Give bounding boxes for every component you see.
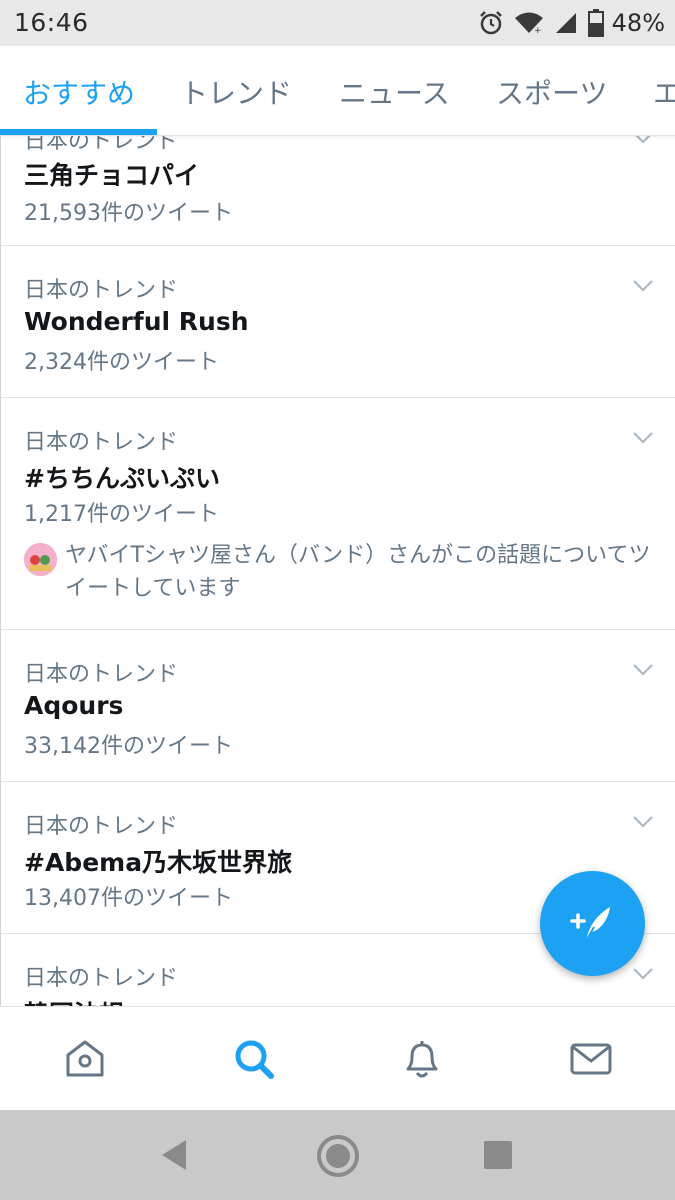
trend-context-description: ヤバイTシャツ屋さん（バンド）さんがこの話題についてツイートしています bbox=[24, 539, 654, 605]
nav-home[interactable] bbox=[63, 1037, 107, 1081]
trend-tweet-count: 21,593件のツイート bbox=[24, 201, 233, 226]
svg-text:+: + bbox=[534, 26, 542, 35]
active-tab-indicator bbox=[0, 129, 157, 135]
trend-name: 三角チョコパイ bbox=[24, 161, 200, 190]
chevron-down-icon[interactable] bbox=[632, 663, 654, 677]
trend-name: Wonderful Rush bbox=[24, 307, 249, 336]
search-icon bbox=[235, 1040, 274, 1079]
trend-item[interactable]: 日本のトレンド 三角チョコパイ 21,593件のツイート bbox=[1, 136, 675, 246]
tab-news[interactable]: ニュース bbox=[339, 72, 450, 112]
tab-recommended[interactable]: おすすめ bbox=[23, 72, 135, 112]
status-icons: + 48% bbox=[478, 7, 665, 39]
explore-tab-bar: おすすめ トレンド ニュース スポーツ エ bbox=[0, 46, 675, 136]
bottom-navigation bbox=[0, 1006, 675, 1110]
trend-context: 日本のトレンド bbox=[24, 430, 179, 455]
tab-entertainment[interactable]: エ bbox=[653, 72, 675, 112]
signal-icon bbox=[554, 11, 578, 35]
trend-name: #ちちんぷいぷい bbox=[24, 464, 220, 493]
battery-icon bbox=[587, 9, 604, 37]
mail-icon bbox=[570, 1043, 612, 1075]
back-icon[interactable] bbox=[158, 1138, 190, 1172]
trend-name: 韓国法規 bbox=[24, 995, 124, 1006]
home-icon bbox=[66, 1040, 104, 1077]
trend-context: 日本のトレンド bbox=[24, 966, 179, 991]
chevron-down-icon[interactable] bbox=[632, 279, 654, 293]
trend-description-text: ヤバイTシャツ屋さん（バンド）さんがこの話題についてツイートしています bbox=[65, 543, 651, 601]
trend-context: 日本のトレンド bbox=[24, 814, 179, 839]
trend-context: 日本のトレンド bbox=[24, 136, 179, 154]
nav-notifications[interactable] bbox=[400, 1037, 444, 1081]
trend-tweet-count: 2,324件のツイート bbox=[24, 350, 219, 375]
tab-trends[interactable]: トレンド bbox=[180, 72, 292, 112]
trend-context: 日本のトレンド bbox=[24, 662, 179, 687]
recents-icon[interactable] bbox=[483, 1140, 513, 1170]
alarm-icon bbox=[478, 10, 504, 36]
home-button-icon[interactable] bbox=[316, 1134, 360, 1178]
trend-name: #Abema乃木坂世界旅 bbox=[24, 848, 293, 877]
chevron-down-icon[interactable] bbox=[632, 967, 654, 981]
status-time: 16:46 bbox=[14, 8, 89, 37]
trend-item[interactable]: 日本のトレンド Aqours 33,142件のツイート bbox=[1, 630, 675, 782]
trend-item[interactable]: 日本のトレンド #ちちんぷいぷい 1,217件のツイート ヤバイTシャツ屋さん（… bbox=[1, 398, 675, 630]
trend-tweet-count: 1,217件のツイート bbox=[24, 502, 219, 527]
nav-messages[interactable] bbox=[569, 1037, 613, 1081]
android-system-nav bbox=[0, 1110, 675, 1200]
compose-tweet-icon bbox=[570, 907, 610, 942]
battery-percent: 48% bbox=[611, 9, 665, 37]
trend-name: Aqours bbox=[24, 691, 124, 720]
bell-icon bbox=[406, 1041, 438, 1078]
chevron-down-icon[interactable] bbox=[632, 815, 654, 829]
tab-sports[interactable]: スポーツ bbox=[496, 72, 607, 112]
chevron-down-icon[interactable] bbox=[632, 136, 654, 145]
trend-tweet-count: 33,142件のツイート bbox=[24, 734, 233, 759]
status-bar: 16:46 + 48% bbox=[0, 0, 675, 46]
nav-search[interactable] bbox=[232, 1037, 276, 1081]
trend-item[interactable]: 日本のトレンド Wonderful Rush 2,324件のツイート bbox=[1, 246, 675, 398]
trend-tweet-count: 13,407件のツイート bbox=[24, 886, 233, 911]
chevron-down-icon[interactable] bbox=[632, 431, 654, 445]
trend-context: 日本のトレンド bbox=[24, 278, 179, 303]
wifi-icon: + bbox=[514, 11, 544, 35]
compose-tweet-button[interactable] bbox=[540, 871, 645, 976]
